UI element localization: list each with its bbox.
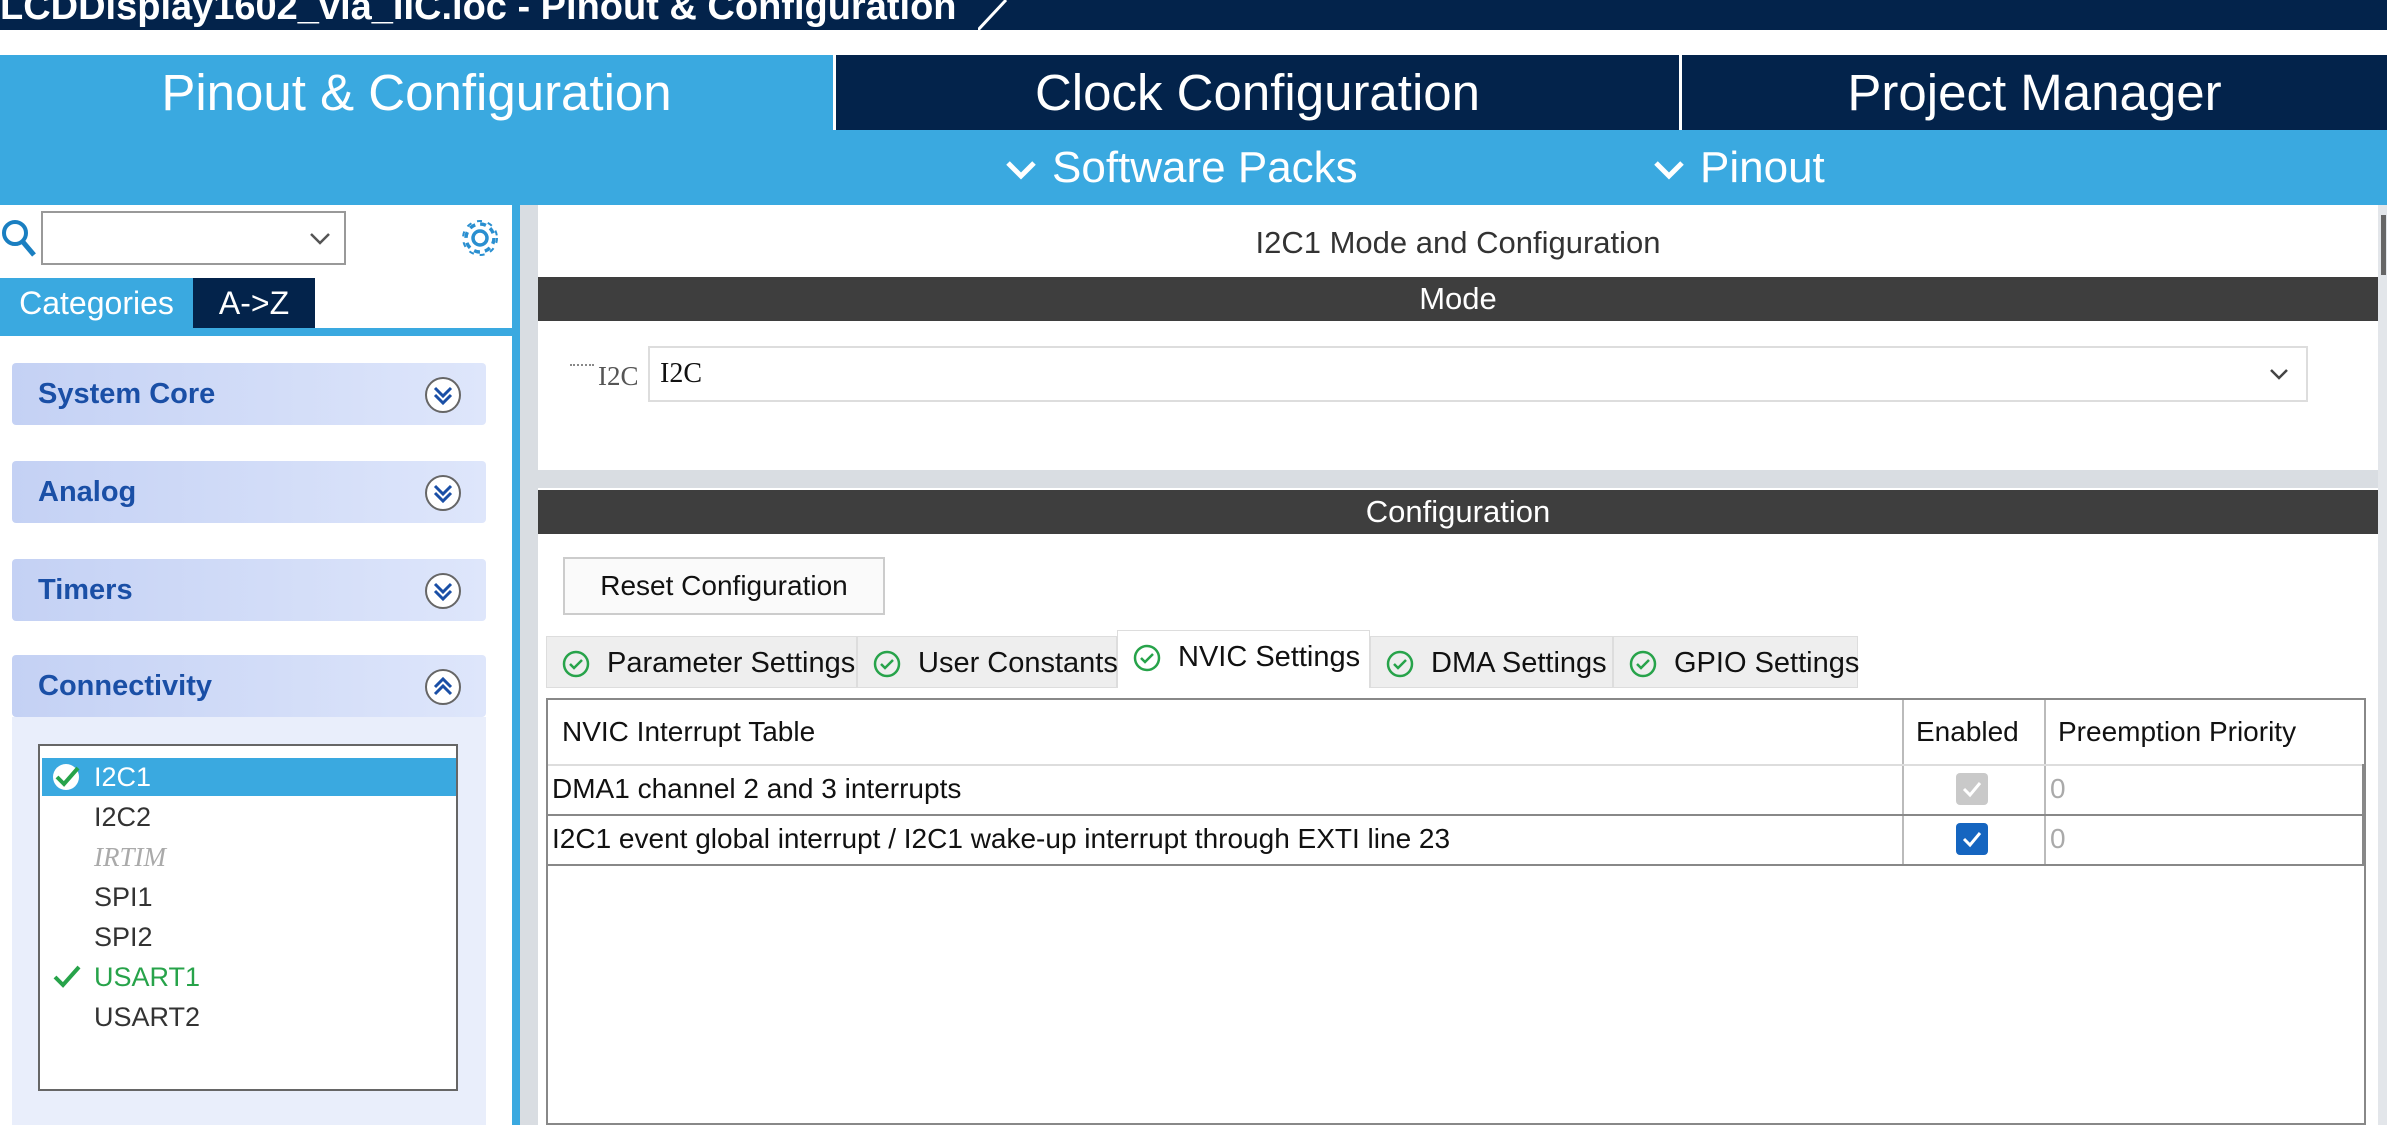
checkmark-icon (1962, 832, 1982, 848)
section-analog[interactable]: Analog (12, 461, 486, 523)
chevron-down-icon (1006, 161, 1036, 180)
enabled-checkbox[interactable] (1956, 823, 1988, 855)
pinout-label: Pinout (1700, 143, 1825, 192)
title-slash-decoration (978, 0, 1008, 30)
list-item-label: SPI1 (94, 882, 153, 912)
list-item-label: USART2 (94, 1002, 201, 1032)
tab-nvic-settings[interactable]: NVIC Settings (1117, 630, 1370, 688)
tab-gpio-settings[interactable]: GPIO Settings (1613, 636, 1860, 688)
priority-value[interactable]: 0 (2046, 764, 2362, 814)
reset-configuration-button[interactable]: Reset Configuration (563, 557, 885, 615)
connectivity-list: I2C1 I2C2 IRTIM SPI1 SPI2 USART1 USART2 (38, 744, 458, 1091)
chevron-down-icon (2270, 369, 2288, 380)
i2c-mode-select[interactable]: I2C (648, 346, 2308, 402)
configuration-header: Configuration (538, 490, 2378, 534)
collapse-icon[interactable] (424, 668, 462, 706)
tab-label: Parameter Settings (607, 647, 856, 679)
software-packs-label: Software Packs (1052, 143, 1358, 192)
check-circle-icon (1629, 650, 1657, 678)
table-edge (2362, 764, 2364, 864)
panel-title: I2C1 Mode and Configuration (1255, 225, 1661, 260)
chevron-down-icon (1654, 161, 1684, 180)
section-label: System Core (38, 378, 216, 410)
panel-splitter[interactable] (520, 205, 538, 1125)
tab-pinout-configuration[interactable]: Pinout & Configuration (0, 55, 833, 130)
interrupt-name: I2C1 event global interrupt / I2C1 wake-… (552, 823, 1451, 854)
section-label: Connectivity (38, 670, 213, 702)
check-circle-icon (53, 764, 80, 790)
scrollbar-thumb[interactable] (2381, 215, 2386, 275)
section-divider (538, 470, 2378, 488)
tab-parameter-settings[interactable]: Parameter Settings (546, 636, 857, 688)
section-label: Timers (38, 574, 133, 606)
row-divider (548, 864, 2364, 866)
priority-value[interactable]: 0 (2046, 814, 2362, 864)
list-item-spi1[interactable]: SPI1 (42, 878, 456, 916)
search-icon[interactable] (0, 218, 38, 258)
check-circle-icon (873, 650, 901, 678)
tab-underline (0, 328, 520, 336)
list-item-irtim[interactable]: IRTIM (42, 838, 456, 876)
tab-clock-configuration[interactable]: Clock Configuration (836, 55, 1679, 130)
tab-a-to-z[interactable]: A->Z (193, 278, 315, 328)
section-connectivity[interactable]: Connectivity (12, 655, 486, 717)
expand-icon[interactable] (424, 572, 462, 610)
checkmark-icon (1962, 782, 1982, 798)
tab-label: User Constants (918, 647, 1118, 679)
mode-field-label: I2C (598, 361, 639, 391)
column-header-priority[interactable]: Preemption Priority (2044, 700, 2364, 764)
gear-icon[interactable] (458, 216, 502, 260)
list-item-i2c1[interactable]: I2C1 (42, 758, 456, 796)
list-item-label: SPI2 (94, 922, 153, 952)
tab-categories[interactable]: Categories (0, 278, 193, 328)
section-label: Analog (38, 476, 137, 508)
expand-icon[interactable] (424, 474, 462, 512)
tab-label: DMA Settings (1431, 647, 1607, 679)
list-item-spi2[interactable]: SPI2 (42, 918, 456, 956)
tab-dma-settings[interactable]: DMA Settings (1370, 636, 1613, 688)
list-item-label: IRTIM (94, 842, 166, 872)
left-panel-scrollbar[interactable] (512, 205, 520, 1125)
expand-icon[interactable] (424, 376, 462, 414)
column-divider (1902, 700, 1904, 864)
mode-header: Mode (538, 277, 2378, 321)
list-item-i2c2[interactable]: I2C2 (42, 798, 456, 836)
checkmark-icon (53, 965, 81, 988)
list-item-label: I2C2 (94, 802, 152, 832)
tab-user-constants[interactable]: User Constants (857, 636, 1118, 688)
nvic-table: NVIC Interrupt Table Enabled Preemption … (546, 698, 2366, 1125)
window-title: LCDDisplay1602_via_IIC.ioc - Pinout & Co… (0, 0, 957, 28)
section-system-core[interactable]: System Core (12, 363, 486, 425)
column-header-interrupt[interactable]: NVIC Interrupt Table (548, 700, 1902, 764)
check-circle-icon (1386, 650, 1414, 678)
pinout-menu[interactable]: Pinout (1652, 130, 1825, 205)
list-item-usart2[interactable]: USART2 (42, 998, 456, 1036)
check-circle-icon (562, 650, 590, 678)
chevron-down-icon (310, 233, 330, 245)
search-combo[interactable] (41, 211, 346, 265)
tree-connector (570, 364, 594, 366)
tab-project-manager[interactable]: Project Manager (1682, 55, 2387, 130)
list-item-usart1[interactable]: USART1 (42, 958, 456, 996)
tab-label: GPIO Settings (1674, 647, 1860, 679)
list-item-label: USART1 (94, 962, 201, 992)
mode-select-value: I2C (660, 358, 702, 389)
list-item-label: I2C1 (94, 762, 152, 792)
tab-label: NVIC Settings (1178, 641, 1361, 673)
software-packs-menu[interactable]: Software Packs (1004, 130, 1358, 205)
section-timers[interactable]: Timers (12, 559, 486, 621)
sub-tab-bar: Software Packs Pinout (0, 130, 2387, 205)
main-tab-bar: Pinout & Configuration Clock Configurati… (0, 55, 2387, 130)
check-circle-icon (1133, 644, 1161, 672)
interrupt-name: DMA1 channel 2 and 3 interrupts (552, 773, 962, 804)
enabled-checkbox (1956, 773, 1988, 805)
window-title-bar: LCDDisplay1602_via_IIC.ioc - Pinout & Co… (0, 0, 2387, 30)
right-panel-scrollbar[interactable] (2378, 205, 2387, 1125)
column-header-enabled[interactable]: Enabled (1902, 700, 2044, 764)
